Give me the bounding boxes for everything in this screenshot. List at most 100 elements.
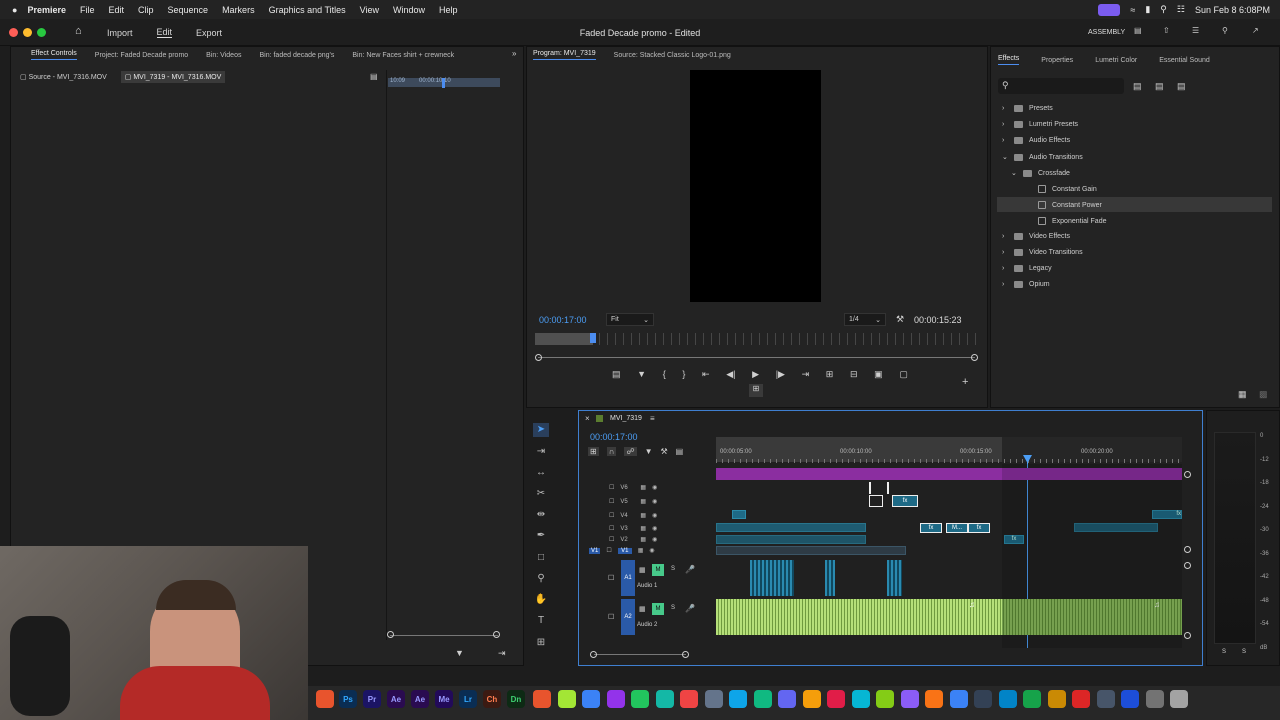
clock[interactable]: Sun Feb 8 6:08PM (1195, 5, 1270, 15)
workspace-icon[interactable]: ▤ (1134, 26, 1142, 35)
chevron-down-icon[interactable]: ⌄ (1002, 153, 1008, 161)
eye-icon[interactable]: ◉ (649, 547, 654, 554)
sync-lock-icon[interactable]: ▦ (640, 525, 646, 532)
zoom-window-button[interactable] (37, 28, 46, 37)
lock-icon[interactable]: ☐ (606, 547, 611, 554)
track-header-v5[interactable]: ☐ V5 ▦ ◉ (589, 498, 657, 506)
dock-app-icon[interactable]: Ch (483, 690, 501, 708)
sequence-tab-label[interactable]: MVI_7319 (610, 415, 642, 422)
sync-lock-icon[interactable]: ▦ (638, 547, 644, 554)
timeline-zoom-handle-left[interactable] (590, 651, 597, 658)
subtab-source[interactable]: ▢ Source - MVI_7316.MOV (16, 71, 111, 83)
solo-button-a2[interactable]: S (671, 605, 675, 611)
add-marker-icon[interactable]: ▼ (645, 447, 653, 456)
vertical-scroll-handle-bottom[interactable] (1184, 632, 1191, 639)
track-header-a1[interactable]: ☐ A1 ▦ M S 🎤 Audio 1 (605, 560, 713, 596)
dock-app-icon[interactable] (1121, 690, 1139, 708)
eye-icon[interactable]: ◉ (652, 498, 657, 505)
dock-app-icon[interactable] (802, 690, 821, 708)
dock-app-icon[interactable]: Ae (387, 690, 405, 708)
tab-effect-controls[interactable]: Effect Controls (31, 50, 77, 60)
tab-lumetri[interactable]: Lumetri Color (1095, 57, 1137, 64)
filter-icon[interactable]: ▼ (455, 648, 464, 658)
tab-project[interactable]: Project: Faded Decade promo (95, 52, 188, 59)
track-label-a1[interactable]: A1 (621, 560, 635, 596)
rectangle-tool[interactable]: □ (533, 551, 549, 565)
add-marker-button[interactable]: ▼ (637, 369, 646, 380)
track-label-v1[interactable]: V1 (617, 547, 632, 554)
go-to-in-button[interactable]: ⇤ (702, 369, 710, 380)
eye-icon[interactable]: ◉ (652, 484, 657, 491)
track-header-v2[interactable]: ☐ V2 ▦ ◉ (589, 536, 657, 544)
mic-icon[interactable]: 🎤 (685, 565, 695, 574)
ruler-icon[interactable]: ▤ (370, 72, 378, 81)
mini-playhead[interactable] (442, 78, 445, 88)
battery-icon[interactable]: ▮ (1145, 4, 1150, 15)
menu-window[interactable]: Window (393, 5, 425, 15)
clip-v6[interactable] (869, 482, 889, 494)
program-scrub-ruler[interactable] (535, 333, 977, 345)
extract-icon[interactable]: ▤ (612, 369, 621, 380)
eye-icon[interactable]: ◉ (652, 512, 657, 519)
sync-lock-icon[interactable]: ▦ (640, 512, 646, 519)
meter-solo-right[interactable]: S (1242, 649, 1246, 655)
eye-icon[interactable]: ◉ (652, 536, 657, 543)
dock-app-icon[interactable] (557, 690, 576, 708)
close-sequence-icon[interactable]: × (585, 414, 590, 423)
remix-tool[interactable]: ⊞ (533, 636, 549, 650)
tab-essential-sound[interactable]: Essential Sound (1159, 57, 1210, 64)
clip-v3-m[interactable]: M... (946, 523, 968, 533)
panel-overflow-icon[interactable]: » (512, 49, 516, 58)
lock-icon[interactable]: ☐ (609, 498, 614, 505)
dock-app-icon[interactable]: Pr (363, 690, 381, 708)
trash-icon[interactable]: ▩ (1259, 389, 1268, 400)
dock-app-icon[interactable] (316, 690, 334, 708)
sync-lock-icon[interactable]: ▦ (640, 498, 646, 505)
program-playhead[interactable] (590, 333, 596, 343)
dock-app-icon[interactable]: Ae (411, 690, 429, 708)
hand-tool[interactable]: ✋ (533, 593, 549, 607)
add-button-icon[interactable]: + (962, 376, 968, 388)
clip-a1-b[interactable] (825, 560, 835, 596)
effects-tree-item[interactable]: ⌄ Audio Transitions (1002, 153, 1083, 161)
dock-app-icon[interactable] (631, 690, 649, 708)
menu-app[interactable]: Premiere (27, 5, 66, 15)
resolution-select[interactable]: 1/4 ⌄ (844, 313, 886, 326)
chevron-right-icon[interactable]: › (1002, 265, 1008, 272)
selection-tool[interactable]: ➤ (533, 423, 549, 437)
chevron-right-icon[interactable]: › (1002, 233, 1008, 240)
menu-file[interactable]: File (80, 5, 95, 15)
subtab-sequence-clip[interactable]: ▢ MVI_7319 - MVI_7316.MOV (120, 71, 226, 83)
clip-v5-fx[interactable]: fx (892, 495, 918, 507)
lock-icon[interactable]: ☐ (608, 613, 614, 621)
clip-v2-a[interactable] (716, 535, 866, 544)
menu-sequence[interactable]: Sequence (168, 5, 209, 15)
tab-edit[interactable]: Edit (156, 27, 173, 38)
left-zoom-handle-left[interactable] (387, 631, 394, 638)
dock-app-icon[interactable] (778, 690, 796, 708)
mute-button-a1[interactable]: M (652, 564, 664, 576)
vertical-scroll-handle-top[interactable] (1184, 471, 1191, 478)
dock-app-icon[interactable] (998, 690, 1017, 708)
tab-properties[interactable]: Properties (1041, 57, 1073, 64)
timeline-current-time[interactable]: 00:00:17:00 (590, 432, 638, 442)
program-zoom-handle-left[interactable] (535, 354, 542, 361)
lock-icon[interactable]: ☐ (609, 512, 614, 519)
lock-icon[interactable]: ☐ (608, 574, 614, 582)
mark-in-button[interactable]: { (663, 369, 666, 380)
clip-v3-fx-a[interactable]: fx (920, 523, 942, 533)
menu-markers[interactable]: Markers (222, 5, 255, 15)
chevron-right-icon[interactable]: › (1002, 249, 1008, 256)
zoom-tool[interactable]: ⚲ (533, 572, 549, 586)
clip-v3-a[interactable] (716, 523, 866, 532)
tab-import[interactable]: Import (107, 28, 133, 38)
dock-app-icon[interactable] (900, 690, 919, 708)
wifi-icon[interactable]: ≈ (1130, 5, 1135, 15)
chevron-right-icon[interactable]: › (1002, 121, 1008, 128)
meter-solo-left[interactable]: S (1222, 649, 1226, 655)
tab-program[interactable]: Program: MVI_7319 (533, 50, 596, 60)
effects-tree-item[interactable]: › Legacy (1002, 265, 1052, 272)
tab-bin-videos[interactable]: Bin: Videos (206, 52, 241, 59)
eye-icon[interactable]: ◉ (652, 525, 657, 532)
vertical-scroll-handle-audio[interactable] (1184, 562, 1191, 569)
